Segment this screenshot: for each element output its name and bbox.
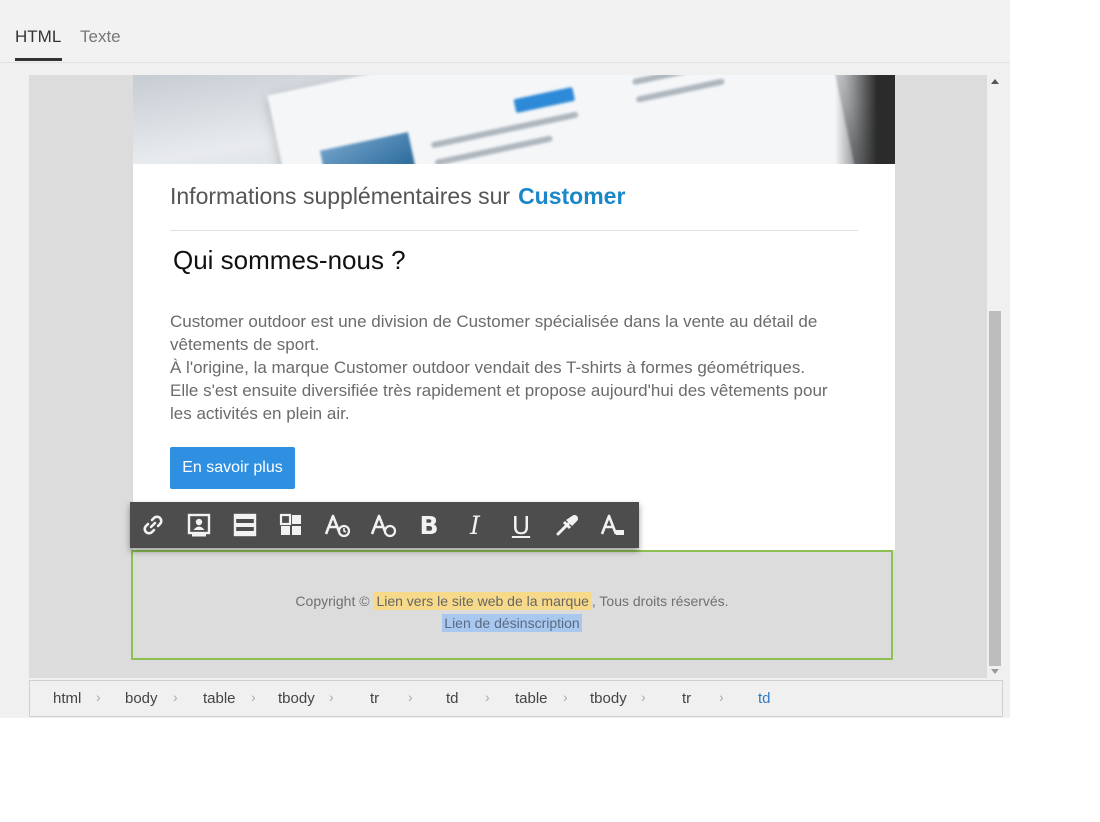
about-heading[interactable]: Qui sommes-nous ? [173,245,406,276]
breadcrumb-item-table[interactable]: table [203,690,236,707]
breadcrumb-item-tbody[interactable]: tbody [590,690,627,707]
subtitle-text: Informations supplémentaires sur [170,183,511,209]
brand-site-link[interactable]: Lien vers le site web de la marque [373,592,592,610]
breadcrumb-separator-icon: › [329,689,334,705]
breadcrumb-item-body[interactable]: body [125,690,158,707]
editor-canvas[interactable]: Informations supplémentaires sur Customer… [29,75,987,678]
link-button[interactable] [130,502,176,548]
tab-bar: HTML Texte [0,0,1010,63]
breadcrumb-separator-icon: › [485,689,490,705]
subtitle-brand: Customer [518,183,626,209]
dom-breadcrumb: html › body › table › tbody › tr › td › … [29,680,1003,717]
hero-mock-text [631,75,741,86]
active-tab-indicator [15,58,62,61]
underline-button[interactable]: U [498,502,544,548]
font-icon [324,514,351,538]
italic-icon: I [470,510,480,540]
tab-text[interactable]: Texte [80,27,121,47]
color-picker-icon [556,514,579,536]
section-subtitle[interactable]: Informations supplémentaires sur Customer [170,183,625,210]
content-block-icon [279,513,301,535]
paragraph-line: les activités en plein air. [170,404,350,423]
breadcrumb-separator-icon: › [408,689,413,705]
underline-icon: U [511,510,531,540]
copyright-line: Copyright © Lien vers le site web de la … [133,592,891,610]
hero-newsletter-mockup [267,75,859,164]
paragraph-line: Elle s'est ensuite diversifiée très rapi… [170,381,828,400]
hero-mock-button [513,86,576,114]
about-paragraph[interactable]: Customer outdoor est une division de Cus… [170,310,870,425]
vertical-scrollbar[interactable] [987,75,1003,678]
fragment-button[interactable] [222,502,268,548]
scroll-up-arrow-icon[interactable] [991,79,999,84]
breadcrumb-separator-icon: › [251,689,256,705]
unsubscribe-line: Lien de désinscription [133,614,891,632]
tab-html[interactable]: HTML [15,27,61,47]
scroll-down-arrow-icon[interactable] [991,669,999,674]
font-button[interactable] [314,502,360,548]
personalization-icon [187,513,211,537]
scroll-thumb[interactable] [989,311,1001,666]
breadcrumb-separator-icon: › [641,689,646,705]
font-size-icon [370,514,397,538]
clear-format-button[interactable] [590,502,636,548]
breadcrumb-item-table[interactable]: table [515,690,548,707]
email-body[interactable]: Informations supplémentaires sur Customer… [133,75,895,550]
breadcrumb-separator-icon: › [563,689,568,705]
rights-text: , Tous droits réservés. [591,593,729,609]
fragment-icon [233,513,257,537]
link-icon [143,515,163,535]
breadcrumb-item-tr[interactable]: tr [370,690,379,707]
breadcrumb-item-tr[interactable]: tr [682,690,691,707]
breadcrumb-item-tbody[interactable]: tbody [278,690,315,707]
font-size-button[interactable] [360,502,406,548]
learn-more-button[interactable]: En savoir plus [170,447,295,489]
paragraph-line: Customer outdoor est une division de Cus… [170,312,818,331]
italic-button[interactable]: I [452,502,498,548]
clear-format-icon [600,514,624,535]
breadcrumb-separator-icon: › [719,689,724,705]
hero-image[interactable] [133,75,895,164]
breadcrumb-item-td-current[interactable]: td [758,690,771,707]
footer-block-selected[interactable]: Copyright © Lien vers le site web de la … [131,550,893,660]
copyright-text: Copyright © [295,593,370,609]
bold-button[interactable]: B [406,502,452,548]
unsubscribe-link[interactable]: Lien de désinscription [442,614,582,632]
breadcrumb-separator-icon: › [173,689,178,705]
hero-mock-text [430,111,579,149]
breadcrumb-separator-icon: › [96,689,101,705]
divider [170,230,858,231]
bold-icon: B [419,510,439,540]
format-toolbar: B I U [130,502,639,548]
breadcrumb-item-td[interactable]: td [446,690,459,707]
email-designer: HTML Texte Informations supplémentaires … [0,0,1010,718]
hero-mock-text [635,78,725,103]
color-picker-button[interactable] [544,502,590,548]
hero-device-edge [835,75,895,164]
paragraph-line: À l'origine, la marque Customer outdoor … [170,358,806,377]
hero-surfer-photo [319,132,423,164]
breadcrumb-item-html[interactable]: html [53,690,81,707]
content-block-button[interactable] [268,502,314,548]
personalization-button[interactable] [176,502,222,548]
paragraph-line: vêtements de sport. [170,335,320,354]
